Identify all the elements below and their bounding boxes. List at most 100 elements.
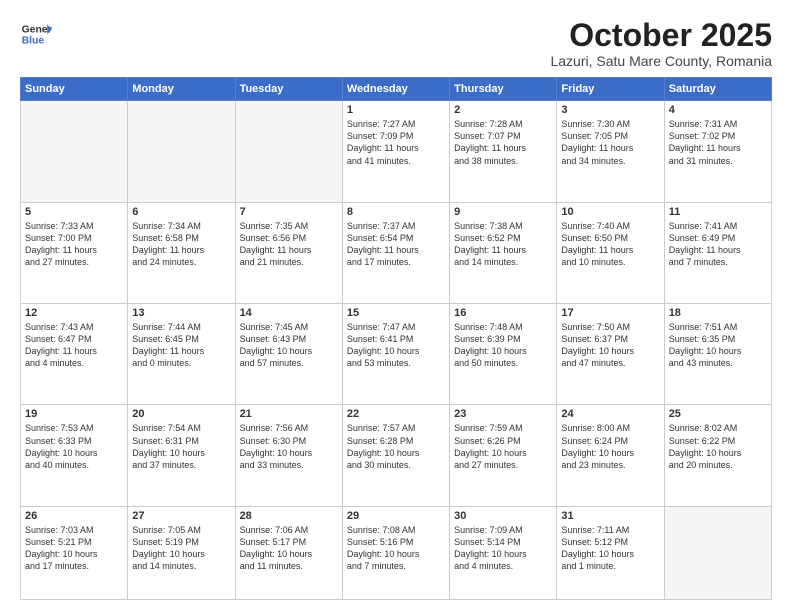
day-info: Sunrise: 7:33 AM Sunset: 7:00 PM Dayligh… — [25, 220, 123, 269]
day-number: 25 — [669, 408, 767, 420]
header: General Blue October 2025 Lazuri, Satu M… — [20, 18, 772, 69]
svg-text:Blue: Blue — [22, 36, 45, 47]
calendar-cell — [21, 101, 128, 202]
calendar-week-2: 5 Sunrise: 7:33 AM Sunset: 7:00 PM Daylig… — [21, 202, 772, 303]
calendar-week-3: 12Sunrise: 7:43 AM Sunset: 6:47 PM Dayli… — [21, 304, 772, 405]
day-number: 1 — [347, 104, 445, 116]
day-info: Sunrise: 7:30 AM Sunset: 7:05 PM Dayligh… — [561, 118, 659, 167]
day-number: 13 — [132, 307, 230, 319]
calendar-cell: 24Sunrise: 8:00 AM Sunset: 6:24 PM Dayli… — [557, 405, 664, 506]
day-info: Sunrise: 7:45 AM Sunset: 6:43 PM Dayligh… — [240, 321, 338, 370]
day-number: 4 — [669, 104, 767, 116]
day-number: 17 — [561, 307, 659, 319]
calendar-cell: 3 Sunrise: 7:30 AM Sunset: 7:05 PM Daylig… — [557, 101, 664, 202]
day-info: Sunrise: 7:11 AM Sunset: 5:12 PM Dayligh… — [561, 524, 659, 573]
day-number: 23 — [454, 408, 552, 420]
day-info: Sunrise: 7:44 AM Sunset: 6:45 PM Dayligh… — [132, 321, 230, 370]
day-info: Sunrise: 7:53 AM Sunset: 6:33 PM Dayligh… — [25, 422, 123, 471]
col-monday: Monday — [128, 78, 235, 101]
day-number: 31 — [561, 510, 659, 522]
day-number: 5 — [25, 206, 123, 218]
logo: General Blue — [20, 18, 52, 50]
calendar-cell: 15 Sunrise: 7:47 AM Sunset: 6:41 PM Dayli… — [342, 304, 449, 405]
calendar-cell — [664, 506, 771, 599]
calendar-cell: 21 Sunrise: 7:56 AM Sunset: 6:30 PM Dayli… — [235, 405, 342, 506]
calendar-cell: 11 Sunrise: 7:41 AM Sunset: 6:49 PM Dayli… — [664, 202, 771, 303]
calendar-cell: 5 Sunrise: 7:33 AM Sunset: 7:00 PM Daylig… — [21, 202, 128, 303]
day-info: Sunrise: 7:38 AM Sunset: 6:52 PM Dayligh… — [454, 220, 552, 269]
day-number: 3 — [561, 104, 659, 116]
calendar-cell: 4 Sunrise: 7:31 AM Sunset: 7:02 PM Daylig… — [664, 101, 771, 202]
day-number: 2 — [454, 104, 552, 116]
day-info: Sunrise: 8:02 AM Sunset: 6:22 PM Dayligh… — [669, 422, 767, 471]
day-info: Sunrise: 7:50 AM Sunset: 6:37 PM Dayligh… — [561, 321, 659, 370]
calendar-cell: 6 Sunrise: 7:34 AM Sunset: 6:58 PM Daylig… — [128, 202, 235, 303]
calendar-cell: 19 Sunrise: 7:53 AM Sunset: 6:33 PM Dayli… — [21, 405, 128, 506]
calendar-cell: 12Sunrise: 7:43 AM Sunset: 6:47 PM Dayli… — [21, 304, 128, 405]
day-info: Sunrise: 7:40 AM Sunset: 6:50 PM Dayligh… — [561, 220, 659, 269]
calendar-cell: 25 Sunrise: 8:02 AM Sunset: 6:22 PM Dayli… — [664, 405, 771, 506]
col-thursday: Thursday — [450, 78, 557, 101]
calendar-cell: 2 Sunrise: 7:28 AM Sunset: 7:07 PM Daylig… — [450, 101, 557, 202]
day-info: Sunrise: 7:48 AM Sunset: 6:39 PM Dayligh… — [454, 321, 552, 370]
day-info: Sunrise: 7:03 AM Sunset: 5:21 PM Dayligh… — [25, 524, 123, 573]
day-info: Sunrise: 7:47 AM Sunset: 6:41 PM Dayligh… — [347, 321, 445, 370]
day-info: Sunrise: 7:05 AM Sunset: 5:19 PM Dayligh… — [132, 524, 230, 573]
month-title: October 2025 — [550, 18, 772, 53]
day-number: 20 — [132, 408, 230, 420]
calendar-week-1: 1 Sunrise: 7:27 AM Sunset: 7:09 PM Daylig… — [21, 101, 772, 202]
day-info: Sunrise: 7:41 AM Sunset: 6:49 PM Dayligh… — [669, 220, 767, 269]
day-number: 27 — [132, 510, 230, 522]
day-number: 11 — [669, 206, 767, 218]
calendar-cell: 26 Sunrise: 7:03 AM Sunset: 5:21 PM Dayli… — [21, 506, 128, 599]
day-number: 14 — [240, 307, 338, 319]
day-info: Sunrise: 7:43 AM Sunset: 6:47 PM Dayligh… — [25, 321, 123, 370]
day-info: Sunrise: 7:31 AM Sunset: 7:02 PM Dayligh… — [669, 118, 767, 167]
day-info: Sunrise: 7:56 AM Sunset: 6:30 PM Dayligh… — [240, 422, 338, 471]
calendar-cell: 7 Sunrise: 7:35 AM Sunset: 6:56 PM Daylig… — [235, 202, 342, 303]
calendar-cell: 14 Sunrise: 7:45 AM Sunset: 6:43 PM Dayli… — [235, 304, 342, 405]
day-number: 6 — [132, 206, 230, 218]
calendar-cell: 1 Sunrise: 7:27 AM Sunset: 7:09 PM Daylig… — [342, 101, 449, 202]
col-tuesday: Tuesday — [235, 78, 342, 101]
calendar-cell: 30Sunrise: 7:09 AM Sunset: 5:14 PM Dayli… — [450, 506, 557, 599]
calendar-cell: 31 Sunrise: 7:11 AM Sunset: 5:12 PM Dayli… — [557, 506, 664, 599]
calendar-cell: 22Sunrise: 7:57 AM Sunset: 6:28 PM Dayli… — [342, 405, 449, 506]
col-friday: Friday — [557, 78, 664, 101]
calendar-cell: 28Sunrise: 7:06 AM Sunset: 5:17 PM Dayli… — [235, 506, 342, 599]
day-info: Sunrise: 7:09 AM Sunset: 5:14 PM Dayligh… — [454, 524, 552, 573]
day-info: Sunrise: 7:27 AM Sunset: 7:09 PM Dayligh… — [347, 118, 445, 167]
calendar-cell: 27 Sunrise: 7:05 AM Sunset: 5:19 PM Dayli… — [128, 506, 235, 599]
day-number: 24 — [561, 408, 659, 420]
day-number: 7 — [240, 206, 338, 218]
day-number: 26 — [25, 510, 123, 522]
day-number: 22 — [347, 408, 445, 420]
calendar-cell: 8Sunrise: 7:37 AM Sunset: 6:54 PM Daylig… — [342, 202, 449, 303]
calendar-cell: 16 Sunrise: 7:48 AM Sunset: 6:39 PM Dayli… — [450, 304, 557, 405]
day-info: Sunrise: 7:35 AM Sunset: 6:56 PM Dayligh… — [240, 220, 338, 269]
day-info: Sunrise: 7:28 AM Sunset: 7:07 PM Dayligh… — [454, 118, 552, 167]
calendar-table: Sunday Monday Tuesday Wednesday Thursday… — [20, 77, 772, 600]
day-number: 16 — [454, 307, 552, 319]
day-number: 8 — [347, 206, 445, 218]
calendar-cell: 23Sunrise: 7:59 AM Sunset: 6:26 PM Dayli… — [450, 405, 557, 506]
day-info: Sunrise: 7:34 AM Sunset: 6:58 PM Dayligh… — [132, 220, 230, 269]
calendar-header-row: Sunday Monday Tuesday Wednesday Thursday… — [21, 78, 772, 101]
day-info: Sunrise: 7:08 AM Sunset: 5:16 PM Dayligh… — [347, 524, 445, 573]
calendar-cell: 17 Sunrise: 7:50 AM Sunset: 6:37 PM Dayli… — [557, 304, 664, 405]
day-number: 10 — [561, 206, 659, 218]
day-number: 15 — [347, 307, 445, 319]
calendar-cell: 29 Sunrise: 7:08 AM Sunset: 5:16 PM Dayli… — [342, 506, 449, 599]
day-number: 19 — [25, 408, 123, 420]
calendar-cell: 10 Sunrise: 7:40 AM Sunset: 6:50 PM Dayli… — [557, 202, 664, 303]
calendar-cell: 13 Sunrise: 7:44 AM Sunset: 6:45 PM Dayli… — [128, 304, 235, 405]
calendar-cell: 20Sunrise: 7:54 AM Sunset: 6:31 PM Dayli… — [128, 405, 235, 506]
day-number: 21 — [240, 408, 338, 420]
calendar-cell — [235, 101, 342, 202]
calendar-cell: 18Sunrise: 7:51 AM Sunset: 6:35 PM Dayli… — [664, 304, 771, 405]
calendar-cell: 9Sunrise: 7:38 AM Sunset: 6:52 PM Daylig… — [450, 202, 557, 303]
col-sunday: Sunday — [21, 78, 128, 101]
calendar-week-5: 26 Sunrise: 7:03 AM Sunset: 5:21 PM Dayli… — [21, 506, 772, 599]
day-number: 29 — [347, 510, 445, 522]
location: Lazuri, Satu Mare County, Romania — [550, 53, 772, 69]
